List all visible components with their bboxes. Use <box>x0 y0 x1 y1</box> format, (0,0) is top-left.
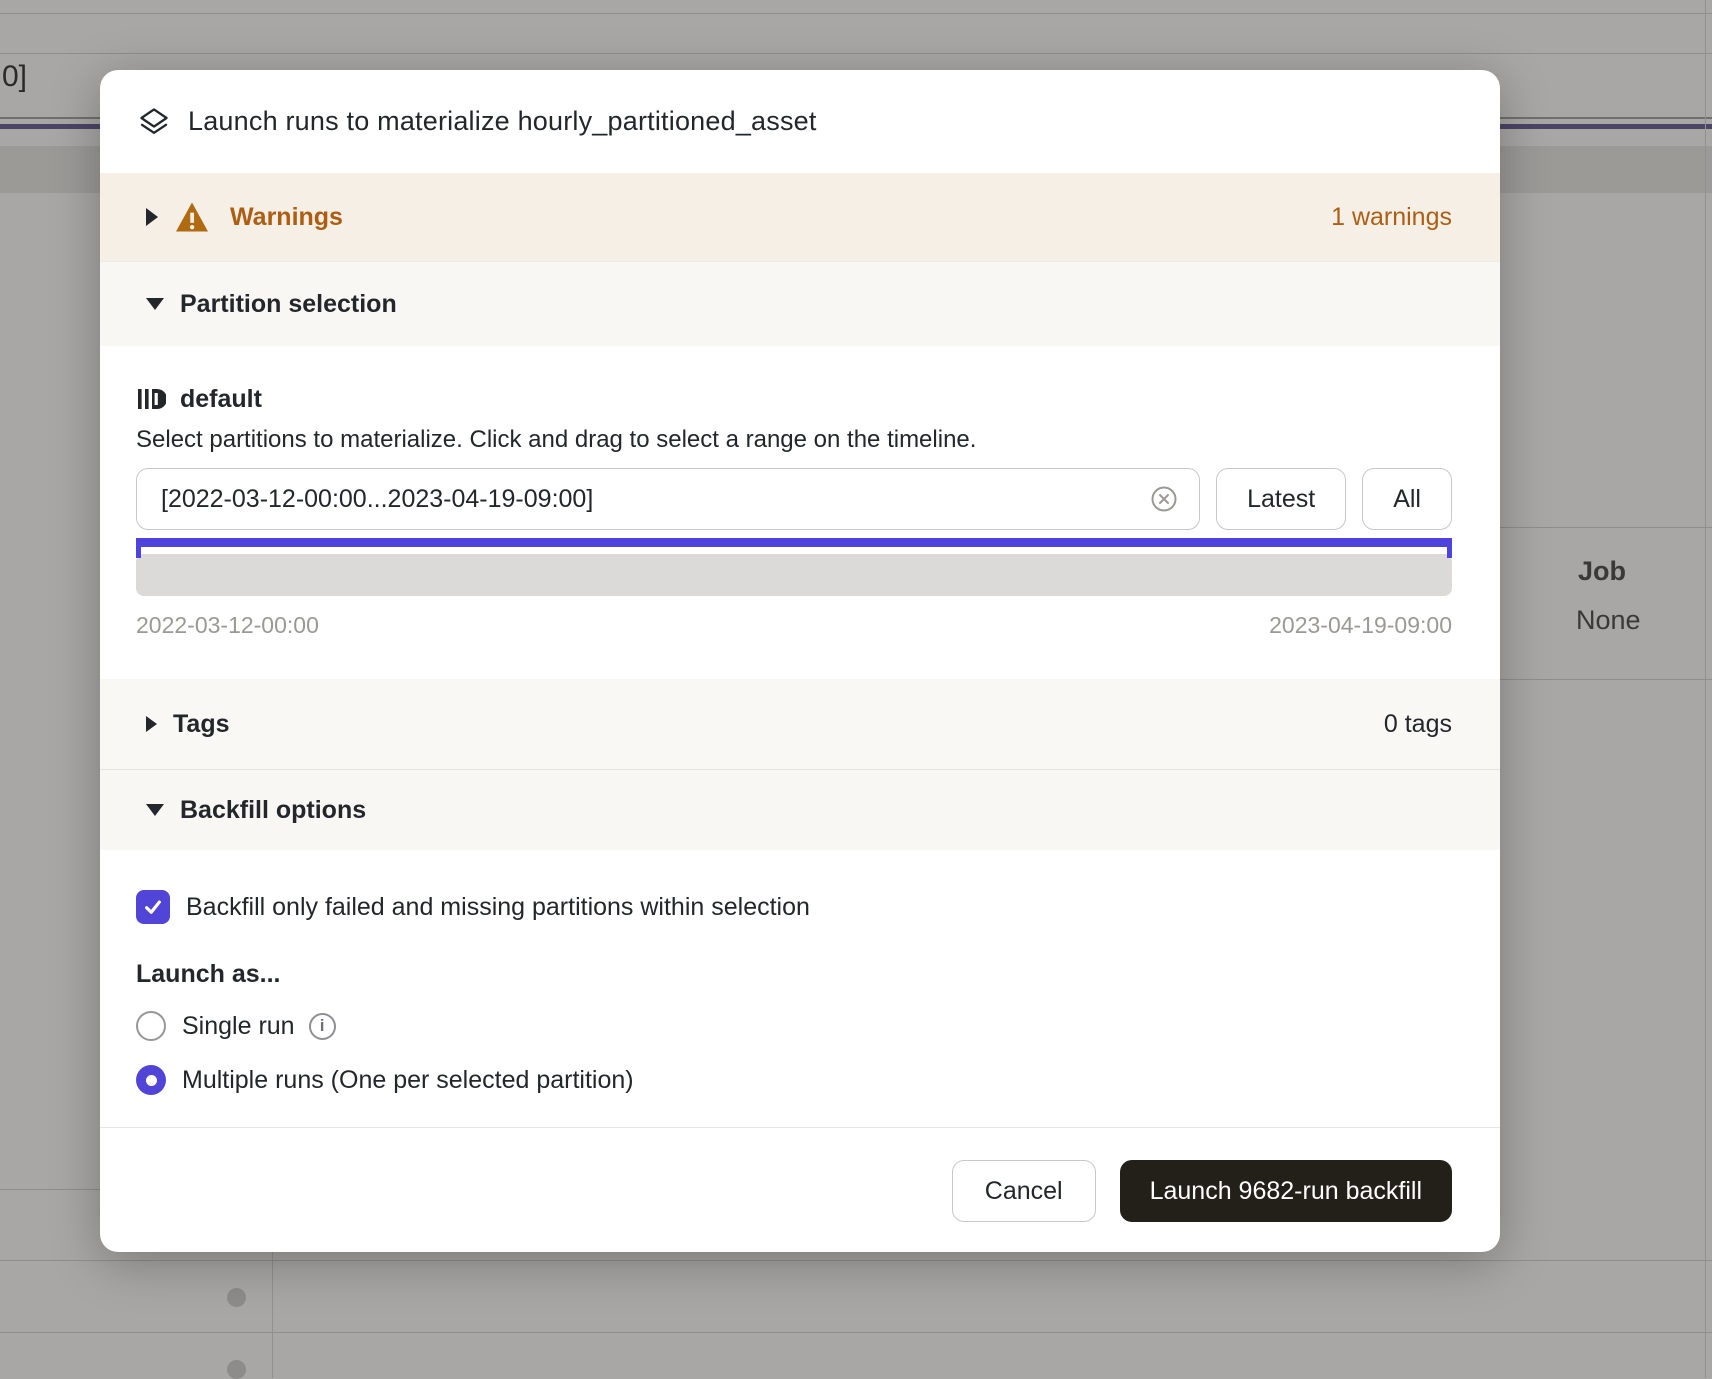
partition-selection-body: default Select partitions to materialize… <box>100 346 1500 679</box>
chevron-right-icon <box>146 208 158 226</box>
dialog-footer: Cancel Launch 9682-run backfill <box>100 1127 1500 1252</box>
backfill-options-body: Backfill only failed and missing partiti… <box>100 850 1500 1127</box>
warning-triangle-icon <box>174 201 210 233</box>
tags-section-toggle[interactable]: Tags 0 tags <box>100 679 1500 770</box>
multiple-runs-label: Multiple runs (One per selected partitio… <box>182 1066 634 1095</box>
chevron-right-icon <box>146 716 157 732</box>
timeline-date-labels: 2022-03-12-00:00 2023-04-19-09:00 <box>136 612 1452 639</box>
chevron-down-icon <box>146 804 164 816</box>
warnings-label: Warnings <box>230 203 343 232</box>
bg-job-column-value: None <box>1576 605 1641 636</box>
partition-selection-range-bar <box>136 538 1452 547</box>
bg-partial-input-text: 0] <box>2 60 27 94</box>
timeline-start-date: 2022-03-12-00:00 <box>136 612 319 639</box>
backfill-only-failed-checkbox-row[interactable]: Backfill only failed and missing partiti… <box>136 890 1452 924</box>
info-icon[interactable]: i <box>309 1013 336 1040</box>
materialize-layers-icon <box>138 106 170 138</box>
launch-as-label: Launch as... <box>136 960 1452 989</box>
bg-status-dot <box>227 1288 246 1307</box>
chevron-down-icon <box>146 298 164 310</box>
bg-table-line <box>0 1260 1712 1261</box>
warnings-count: 1 warnings <box>1331 203 1452 232</box>
radio-selected-icon[interactable] <box>136 1065 166 1095</box>
bg-table-line <box>0 1189 100 1190</box>
partition-set-icon <box>136 384 166 414</box>
backfill-only-failed-label: Backfill only failed and missing partiti… <box>186 893 810 922</box>
multiple-runs-radio-row[interactable]: Multiple runs (One per selected partitio… <box>136 1063 1452 1097</box>
partition-selection-header: Partition selection <box>180 290 397 319</box>
bg-table-line <box>0 53 1712 54</box>
bg-table-line <box>1500 527 1712 528</box>
bg-table-line <box>0 13 1712 14</box>
partition-selection-section-toggle[interactable]: Partition selection <box>100 261 1500 346</box>
backfill-options-section-toggle[interactable]: Backfill options <box>100 770 1500 850</box>
all-button[interactable]: All <box>1362 468 1452 530</box>
bg-status-dot <box>227 1360 246 1379</box>
bg-table-column-line <box>272 1252 273 1378</box>
dialog-header: Launch runs to materialize hourly_partit… <box>100 70 1500 173</box>
bg-job-column-header: Job <box>1578 556 1626 587</box>
single-run-label: Single run <box>182 1012 295 1041</box>
warnings-section-toggle[interactable]: Warnings 1 warnings <box>100 173 1500 261</box>
launch-backfill-button[interactable]: Launch 9682-run backfill <box>1120 1160 1452 1222</box>
tags-header: Tags <box>173 710 230 739</box>
timeline-end-date: 2023-04-19-09:00 <box>1269 612 1452 639</box>
cancel-button[interactable]: Cancel <box>952 1160 1096 1222</box>
partition-dimension-name: default <box>180 385 262 414</box>
backfill-options-header: Backfill options <box>180 796 366 825</box>
clear-input-icon[interactable] <box>1149 484 1179 514</box>
partition-range-row: [2022-03-12-00:00...2023-04-19-09:00] La… <box>136 468 1452 530</box>
partition-dimension-row: default <box>136 384 1452 414</box>
partition-timeline[interactable] <box>136 554 1452 596</box>
partition-range-input[interactable]: [2022-03-12-00:00...2023-04-19-09:00] <box>136 468 1200 530</box>
latest-button[interactable]: Latest <box>1216 468 1346 530</box>
bg-table-line <box>1500 679 1712 680</box>
bg-table-column-line <box>1705 0 1706 1378</box>
single-run-radio-row[interactable]: Single run i <box>136 1009 1452 1043</box>
partition-selection-description: Select partitions to materialize. Click … <box>136 426 1452 454</box>
tags-count: 0 tags <box>1384 710 1452 739</box>
radio-unselected-icon[interactable] <box>136 1011 166 1041</box>
checkbox-checked-icon[interactable] <box>136 890 170 924</box>
partition-range-value: [2022-03-12-00:00...2023-04-19-09:00] <box>161 485 1149 514</box>
dialog-title: Launch runs to materialize hourly_partit… <box>188 106 817 137</box>
launch-backfill-dialog: Launch runs to materialize hourly_partit… <box>100 70 1500 1252</box>
bg-table-line <box>0 1332 1712 1333</box>
